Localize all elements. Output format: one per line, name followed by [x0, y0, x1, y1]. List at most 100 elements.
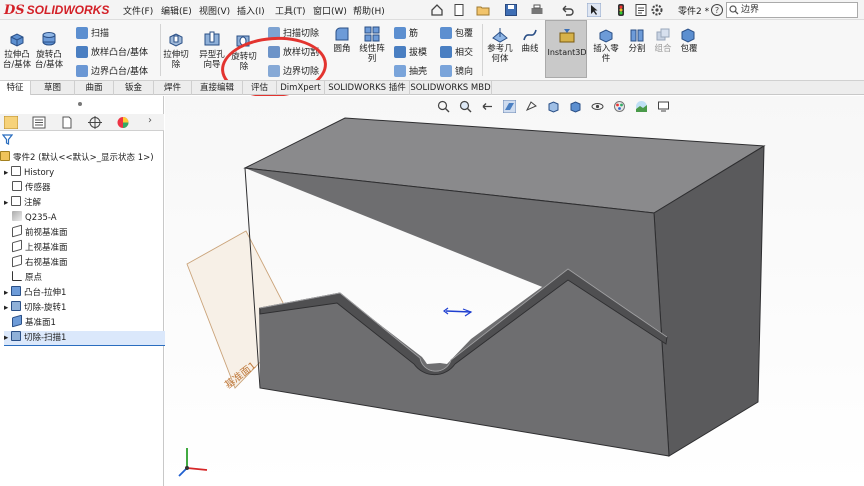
- draft-icon: [394, 45, 406, 58]
- menu-file[interactable]: 文件(F): [123, 4, 153, 17]
- tree-item-label: 传感器: [25, 183, 51, 193]
- tab-sheet-metal[interactable]: 钣金: [114, 81, 154, 95]
- model-canvas: 基准面1: [178, 117, 766, 477]
- shell-button[interactable]: 抽壳: [394, 64, 427, 77]
- boundary-boss-button[interactable]: 边界凸台/基体: [76, 64, 148, 77]
- panel-collapse-icon[interactable]: [76, 100, 84, 108]
- ribbon-separator: [482, 24, 483, 76]
- options-gear-icon[interactable]: [650, 3, 664, 17]
- instant3d-button[interactable]: Instant3D: [545, 20, 587, 78]
- insert-part-button[interactable]: 插入零 件: [590, 44, 622, 64]
- save-icon[interactable]: [504, 3, 518, 17]
- feature-tree-tab-icon[interactable]: [4, 116, 18, 129]
- search-icon: [729, 5, 739, 15]
- annotation-icon: [10, 196, 21, 206]
- reference-geometry-button[interactable]: 参考几 何体: [484, 44, 516, 64]
- tree-item-history[interactable]: ▸ History: [4, 166, 168, 181]
- tree-item-label: 切除-旋转1: [23, 303, 67, 313]
- feature-manager-tabs: ›: [0, 114, 164, 131]
- tree-item-boss-extrude1[interactable]: ▸ 凸台-拉伸1: [4, 286, 168, 301]
- tree-item-label: 注解: [23, 198, 41, 208]
- extrude-cut-button[interactable]: 拉伸切 除: [160, 50, 192, 70]
- configuration-manager-tab-icon[interactable]: [60, 116, 74, 129]
- mirror-button[interactable]: 镜向: [440, 64, 473, 77]
- open-folder-icon[interactable]: [476, 3, 490, 17]
- tab-surfaces[interactable]: 曲面: [75, 81, 114, 95]
- tab-dimxpert[interactable]: DimXpert: [277, 81, 325, 95]
- menu-window[interactable]: 窗口(W): [313, 4, 347, 17]
- file-properties-icon[interactable]: [634, 3, 648, 17]
- tab-solidworks-mbd[interactable]: SOLIDWORKS MBD: [410, 81, 492, 95]
- help-question-icon[interactable]: ?: [710, 3, 724, 17]
- print-icon[interactable]: [530, 3, 544, 17]
- tree-item-top-plane[interactable]: 上视基准面: [12, 239, 176, 256]
- tree-root-part[interactable]: 零件2 (默认<<默认>_显示状态 1>): [0, 151, 164, 166]
- menu-edit[interactable]: 编辑(E): [161, 4, 192, 17]
- tab-features[interactable]: 特征: [0, 81, 31, 95]
- boundary-boss-label: 边界凸台/基体: [91, 67, 149, 77]
- undo-icon[interactable]: [560, 3, 574, 17]
- document-name: 零件2 *: [678, 7, 710, 17]
- tree-item-right-plane[interactable]: 右视基准面: [12, 254, 176, 271]
- property-manager-tab-icon[interactable]: [32, 116, 46, 129]
- wrap-icon: [440, 26, 452, 39]
- menu-help[interactable]: 帮助(H): [353, 4, 385, 17]
- tree-item-label: Q235-A: [25, 213, 57, 223]
- select-cursor-icon[interactable]: [587, 3, 601, 17]
- filter-icon[interactable]: [2, 134, 13, 145]
- extrude-boss-button[interactable]: 拉伸凸 台/基体: [2, 50, 32, 70]
- tree-item-plane1[interactable]: 基准面1: [12, 314, 176, 331]
- draft-button[interactable]: 拔模: [394, 45, 427, 58]
- intersect-button[interactable]: 相交: [440, 45, 473, 58]
- rib-button[interactable]: 筋: [394, 26, 418, 39]
- revolve-boss-button[interactable]: 旋转凸 台/基体: [34, 50, 64, 70]
- dimxpert-manager-tab-icon[interactable]: [88, 116, 102, 129]
- wrap-button[interactable]: 包覆: [440, 26, 473, 39]
- sweep-cut-feature-icon: [10, 331, 21, 341]
- tree-item-cut-revolve1[interactable]: ▸ 切除-旋转1: [4, 301, 168, 316]
- command-manager-ribbon: 拉伸凸 台/基体 旋转凸 台/基体 扫描 放样凸台/基体 边界凸台/基体 拉伸切…: [0, 20, 864, 101]
- origin-icon: [12, 271, 22, 281]
- loft-boss-button[interactable]: 放样凸台/基体: [76, 45, 148, 58]
- tab-direct-editing[interactable]: 直接编辑: [192, 81, 243, 95]
- solidworks-logo[interactable]: DS SOLIDWORKS: [4, 2, 109, 18]
- tree-item-cut-sweep1[interactable]: ▸ 切除-扫描1: [4, 331, 168, 346]
- tab-weldments[interactable]: 焊件: [154, 81, 192, 95]
- history-icon: [10, 166, 21, 176]
- tree-item-sensors[interactable]: 传感器: [12, 181, 176, 196]
- combine-button[interactable]: 组合: [650, 44, 676, 54]
- expand-panel-arrow-icon[interactable]: ›: [148, 115, 152, 126]
- wrap-part-button[interactable]: 包覆: [676, 44, 702, 54]
- tree-item-front-plane[interactable]: 前视基准面: [12, 224, 176, 241]
- tree-item-material[interactable]: Q235-A: [12, 211, 176, 226]
- menu-insert[interactable]: 插入(I): [237, 4, 265, 17]
- coordinate-triad: [178, 448, 208, 477]
- loft-boss-label: 放样凸台/基体: [91, 48, 149, 58]
- plane-icon: [12, 314, 22, 328]
- command-manager-tabs: 特征 草图 曲面 钣金 焊件 直接编辑 评估 DimXpert SOLIDWOR…: [0, 80, 864, 95]
- search-input[interactable]: 边界: [726, 2, 858, 18]
- home-icon[interactable]: [430, 3, 444, 17]
- tab-solidworks-addins[interactable]: SOLIDWORKS 插件: [325, 81, 410, 95]
- tab-evaluate[interactable]: 评估: [243, 81, 277, 95]
- tree-item-label: History: [23, 168, 55, 178]
- menu-tools[interactable]: 工具(T): [275, 4, 306, 17]
- curves-button[interactable]: 曲线: [516, 44, 544, 54]
- instant3d-icon: [559, 29, 575, 43]
- shell-icon: [394, 64, 406, 77]
- display-manager-tab-icon[interactable]: [116, 116, 130, 129]
- sweep-button[interactable]: 扫描: [76, 26, 109, 39]
- tree-item-annotations[interactable]: ▸ 注解: [4, 196, 168, 211]
- traffic-light-icon[interactable]: [614, 3, 628, 17]
- tree-item-origin[interactable]: 原点: [12, 271, 176, 286]
- linear-pattern-button[interactable]: 线性阵 列: [356, 44, 388, 64]
- tab-sketch[interactable]: 草图: [31, 81, 75, 95]
- menu-view[interactable]: 视图(V): [199, 4, 230, 17]
- revolve-boss-icon: [42, 32, 56, 46]
- fillet-button[interactable]: 圆角: [328, 44, 356, 54]
- revolve-cut-feature-icon: [10, 301, 21, 311]
- tree-item-label: 右视基准面: [25, 258, 68, 268]
- split-button[interactable]: 分割: [624, 44, 650, 54]
- instant3d-label: Instant3D: [547, 48, 587, 57]
- new-document-icon[interactable]: [452, 3, 466, 17]
